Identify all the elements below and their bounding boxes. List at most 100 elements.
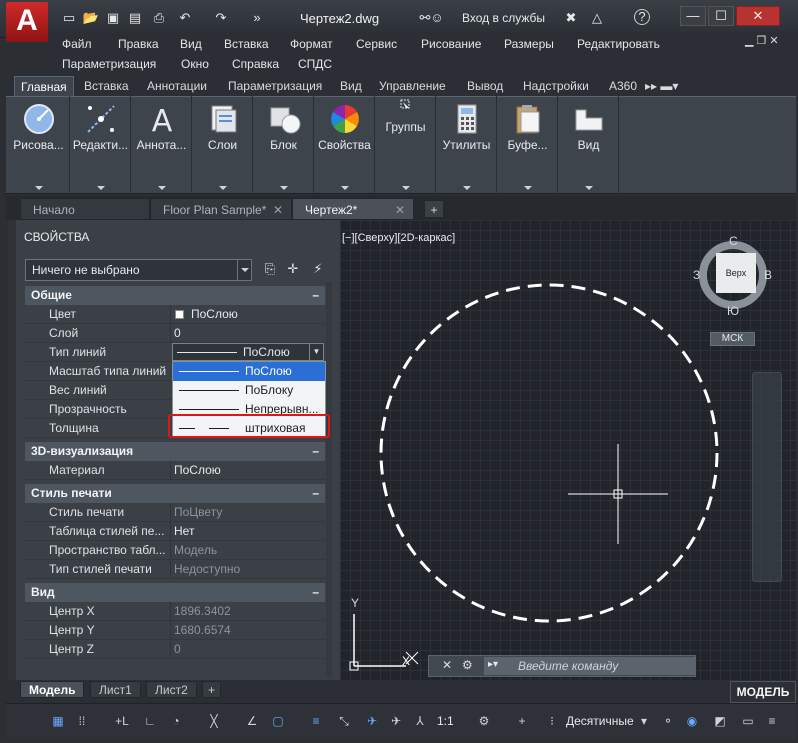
prop-row-color[interactable]: Цвет ПоСлою [25, 305, 325, 324]
command-input[interactable]: Введите команду [484, 657, 696, 675]
linetype-combo[interactable]: ПоСлою ▼ [172, 343, 324, 361]
isolate-objects-icon[interactable]: ⚬ [660, 713, 676, 729]
tab-annotate[interactable]: Аннотации [147, 76, 207, 96]
prop-row-plot-space[interactable]: Пространство табл... Модель [25, 541, 325, 560]
layout-tab-model[interactable]: Модель [20, 681, 85, 698]
navigation-bar[interactable] [752, 372, 782, 582]
minimize-button[interactable]: — [680, 6, 706, 26]
clean-screen-icon[interactable]: ▭ [740, 713, 756, 729]
properties-scrollbar[interactable] [326, 282, 332, 677]
ribbon-draw-button[interactable]: Рисова... [8, 96, 70, 194]
tab-parametric[interactable]: Параметризация [228, 76, 322, 96]
more-tabs-icon[interactable]: ▸▸ ▬▾ [645, 76, 678, 96]
annotation-visibility-icon[interactable]: ✈ [364, 713, 380, 729]
tab-addins[interactable]: Надстройки [523, 76, 589, 96]
user-icon[interactable]: ☺ [428, 9, 446, 27]
chevron-down-icon[interactable] [237, 260, 251, 280]
palette-grip[interactable] [8, 220, 16, 680]
quick-properties-icon[interactable]: ⁝ [544, 713, 560, 729]
menu-parametric[interactable]: Параметризация [62, 57, 156, 71]
exchange-icon[interactable]: ✖ [562, 9, 580, 27]
chevron-down-icon[interactable] [96, 186, 105, 190]
tab-manage[interactable]: Управление [379, 76, 446, 96]
ribbon-view-button[interactable]: Вид [559, 96, 619, 194]
prop-row-plot-style[interactable]: Стиль печати ПоЦвету [25, 503, 325, 522]
close-icon[interactable]: ✕ [395, 199, 405, 221]
annotation-monitor-icon[interactable]: ⅄ [412, 713, 428, 729]
prop-row-plot-type[interactable]: Тип стилей печати Недоступно [25, 560, 325, 579]
file-tab-drawing2[interactable]: Чертеж2* ✕ [292, 198, 414, 220]
prop-row-center-x[interactable]: Центр X 1896.3402 [25, 602, 325, 621]
chevron-down-icon[interactable] [34, 186, 43, 190]
menu-window[interactable]: Окно [181, 57, 209, 71]
signin-button[interactable]: Вход в службы [462, 11, 545, 25]
viewcube-north[interactable]: С [729, 234, 738, 248]
viewcube-south[interactable]: Ю [727, 304, 739, 318]
new-tab-button[interactable]: + [424, 200, 444, 218]
collapse-icon[interactable]: – [312, 484, 319, 503]
save-icon[interactable]: ▣ [104, 9, 122, 27]
tab-a360[interactable]: A360 [609, 76, 637, 96]
menu-edit[interactable]: Правка [118, 37, 159, 51]
menu-spds[interactable]: СПДС [298, 57, 332, 71]
help-icon[interactable]: ? [634, 9, 650, 25]
ribbon-properties-button[interactable]: Свойства [315, 96, 375, 194]
ribbon-groups-button[interactable]: Группы [376, 96, 436, 194]
ribbon-clipboard-button[interactable]: Буфе... [498, 96, 558, 194]
chevron-down-icon[interactable] [401, 186, 410, 190]
save-as-icon[interactable]: ▤ [126, 9, 144, 27]
file-tab-floor-plan[interactable]: Floor Plan Sample* ✕ [150, 198, 292, 220]
viewcube-east[interactable]: В [764, 268, 772, 282]
grid-icon[interactable]: ▦ [50, 713, 66, 729]
tab-view[interactable]: Вид [340, 76, 362, 96]
menu-insert[interactable]: Вставка [224, 37, 269, 51]
selection-combo[interactable]: Ничего не выбрано [25, 259, 252, 281]
section-3d-visualization[interactable]: 3D-визуализация – [25, 442, 325, 461]
menu-help[interactable]: Справка [232, 57, 279, 71]
add-layout-button[interactable]: + [202, 681, 222, 698]
layout-tab-sheet1[interactable]: Лист1 [90, 681, 141, 698]
viewcube-face[interactable]: Верх [716, 253, 756, 293]
chevron-down-icon[interactable] [218, 186, 227, 190]
chevron-down-icon[interactable] [340, 186, 349, 190]
app-logo[interactable]: A [6, 2, 48, 42]
tab-output[interactable]: Вывод [467, 76, 503, 96]
chevron-down-icon[interactable]: ▼ [309, 344, 323, 360]
transparency-icon[interactable]: ⤡ [336, 713, 352, 729]
tab-insert[interactable]: Вставка [84, 76, 129, 96]
polar-tracking-icon[interactable]: ◔ [168, 713, 184, 729]
workspace-gear-icon[interactable]: ⚙ [476, 713, 492, 729]
toggle-pickadd-icon[interactable]: ⎘ [261, 261, 279, 279]
layout-tab-sheet2[interactable]: Лист2 [146, 681, 197, 698]
maximize-button[interactable]: ☐ [708, 6, 734, 26]
chevron-down-icon[interactable] [523, 186, 532, 190]
menu-tools[interactable]: Сервис [356, 37, 397, 51]
open-file-icon[interactable]: 📂 [82, 9, 100, 27]
ribbon-annotation-button[interactable]: A Аннота... [132, 96, 192, 194]
units-selector[interactable]: Десятичные [566, 714, 634, 728]
menu-format[interactable]: Формат [290, 37, 333, 51]
close-icon[interactable]: ✕ [273, 199, 283, 221]
object-snap-tracking-icon[interactable]: ∠ [244, 713, 260, 729]
collapse-icon[interactable]: – [312, 442, 319, 461]
chevron-down-icon[interactable]: ▾ [636, 713, 652, 729]
section-general[interactable]: Общие – [25, 286, 325, 305]
menu-view[interactable]: Вид [180, 37, 202, 51]
customization-icon[interactable]: ≡ [764, 713, 780, 729]
ribbon-utilities-button[interactable]: Утилиты [437, 96, 497, 194]
close-button[interactable]: ✕ [736, 6, 780, 26]
ribbon-block-button[interactable]: Блок [254, 96, 314, 194]
prop-row-plot-table[interactable]: Таблица стилей пе... Нет [25, 522, 325, 541]
menu-modify[interactable]: Редактировать [577, 37, 660, 51]
prop-row-center-z[interactable]: Центр Z 0 [25, 640, 325, 659]
hardware-acceleration-icon[interactable]: ◉ [684, 713, 700, 729]
undo-icon[interactable]: ↶ [176, 9, 194, 27]
new-file-icon[interactable]: ▭ [60, 9, 78, 27]
object-snap-icon[interactable]: ▢ [270, 713, 286, 729]
section-plot-style[interactable]: Стиль печати – [25, 484, 325, 503]
annotation-scale[interactable]: 1:1 [437, 714, 454, 728]
collapse-icon[interactable]: – [312, 583, 319, 602]
chevron-down-icon[interactable] [584, 186, 593, 190]
tab-home[interactable]: Главная [14, 76, 74, 96]
command-prompt-icon[interactable]: ▸▾ [488, 659, 498, 670]
